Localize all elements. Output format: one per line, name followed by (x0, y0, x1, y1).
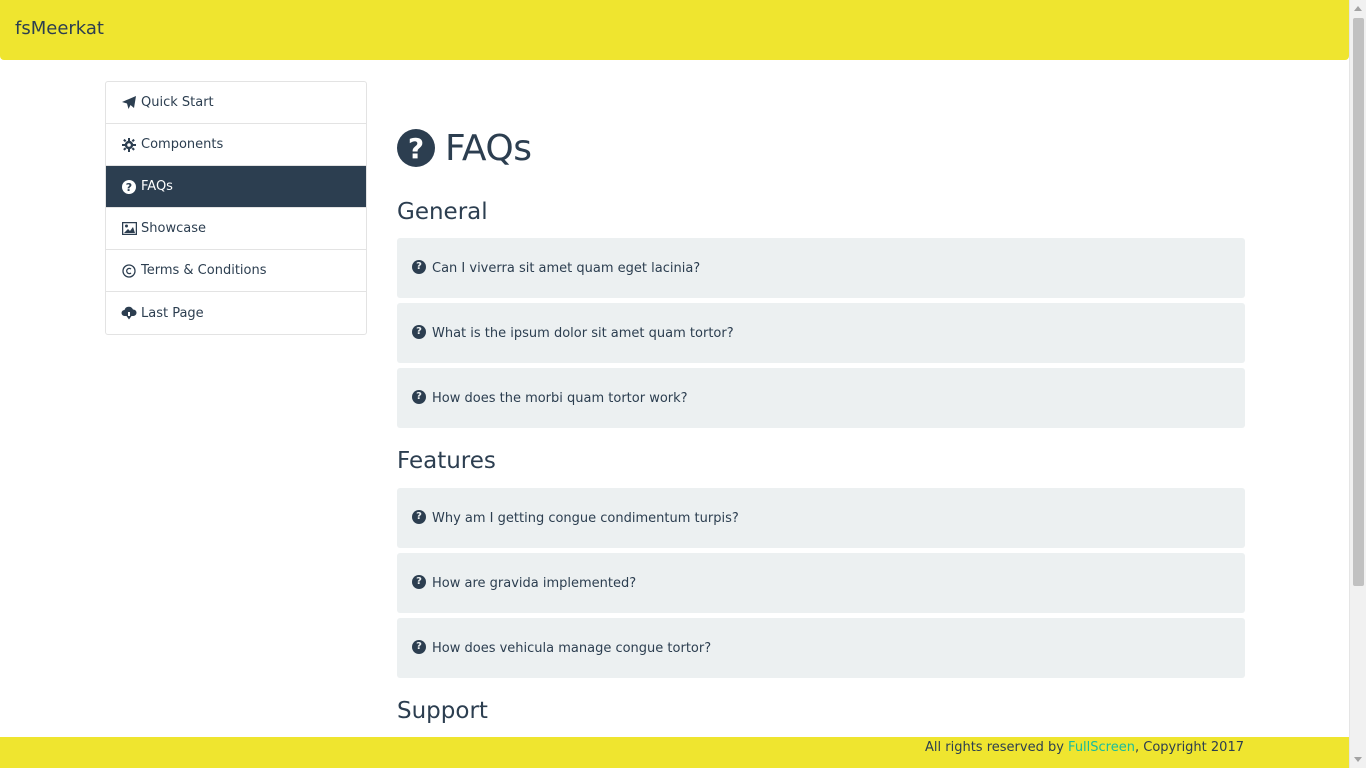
sidebar-item-label: FAQs (141, 179, 173, 194)
sidebar-nav: Quick Start Components ? FAQs Showcase T… (105, 81, 367, 335)
section-heading-features: Features (397, 448, 496, 474)
question-circle-icon: ? (412, 324, 426, 339)
faq-item[interactable]: ? How does vehicula manage congue tortor… (397, 618, 1245, 678)
page-title: ? FAQs (397, 123, 532, 173)
sidebar-item-terms[interactable]: Terms & Conditions (106, 250, 366, 292)
sidebar-item-label: Last Page (141, 305, 204, 321)
sidebar-item-showcase[interactable]: Showcase (106, 208, 366, 250)
footer: All rights reserved by FullScreen, Copyr… (0, 737, 1349, 768)
faq-question: Can I viverra sit amet quam eget lacinia… (432, 260, 701, 276)
sidebar-item-label: Quick Start (141, 95, 214, 110)
scroll-down-arrow-icon[interactable] (1354, 757, 1362, 762)
scrollbar-thumb[interactable] (1353, 18, 1364, 586)
sidebar-item-label: Terms & Conditions (141, 263, 267, 278)
question-circle-icon: ? (412, 389, 426, 404)
question-circle-icon: ? (121, 179, 137, 195)
top-navbar: fsMeerkat (0, 0, 1349, 60)
faq-item[interactable]: ? Can I viverra sit amet quam eget lacin… (397, 238, 1245, 298)
sidebar-item-components[interactable]: Components (106, 124, 366, 166)
scroll-up-arrow-icon[interactable] (1354, 6, 1362, 11)
picture-icon (121, 221, 137, 237)
footer-fullscreen-link[interactable]: FullScreen (1068, 740, 1135, 755)
question-circle-icon: ? (412, 509, 426, 524)
faq-question: How does the morbi quam tortor work? (432, 390, 688, 406)
sidebar-item-label: Showcase (141, 221, 206, 236)
question-circle-icon: ? (412, 639, 426, 654)
gear-icon (121, 137, 137, 153)
footer-text: All rights reserved by FullScreen, Copyr… (925, 740, 1244, 755)
sidebar-item-quick-start[interactable]: Quick Start (106, 82, 366, 124)
faq-item[interactable]: ? How are gravida implemented? (397, 553, 1245, 613)
footer-prefix: All rights reserved by (925, 740, 1069, 755)
faq-item[interactable]: ? How does the morbi quam tortor work? (397, 368, 1245, 428)
brand-link[interactable]: fsMeerkat (15, 18, 104, 39)
sidebar-item-last-page[interactable]: Last Page (106, 292, 366, 334)
faq-question: How are gravida implemented? (432, 575, 637, 591)
faq-question: How does vehicula manage congue tortor? (432, 640, 712, 656)
copyright-icon (121, 263, 137, 279)
page-title-text: FAQs (445, 127, 532, 169)
faq-item[interactable]: ? Why am I getting congue condimentum tu… (397, 488, 1245, 548)
section-heading-support: Support (397, 698, 488, 724)
section-heading-general: General (397, 199, 488, 225)
footer-suffix: , Copyright 2017 (1134, 740, 1244, 755)
question-circle-icon: ? (412, 259, 426, 274)
page-scrollbar[interactable] (1349, 0, 1366, 768)
svg-text:?: ? (126, 181, 132, 194)
paper-plane-icon (121, 95, 137, 111)
faq-question: Why am I getting congue condimentum turp… (432, 510, 739, 526)
faq-question: What is the ipsum dolor sit amet quam to… (432, 325, 734, 341)
question-circle-icon: ? (412, 574, 426, 589)
cloud-download-icon (121, 305, 137, 321)
faq-item[interactable]: ? What is the ipsum dolor sit amet quam … (397, 303, 1245, 363)
question-circle-icon: ? (397, 129, 435, 167)
sidebar-item-faqs[interactable]: ? FAQs (106, 166, 366, 208)
sidebar-item-label: Components (141, 137, 224, 152)
